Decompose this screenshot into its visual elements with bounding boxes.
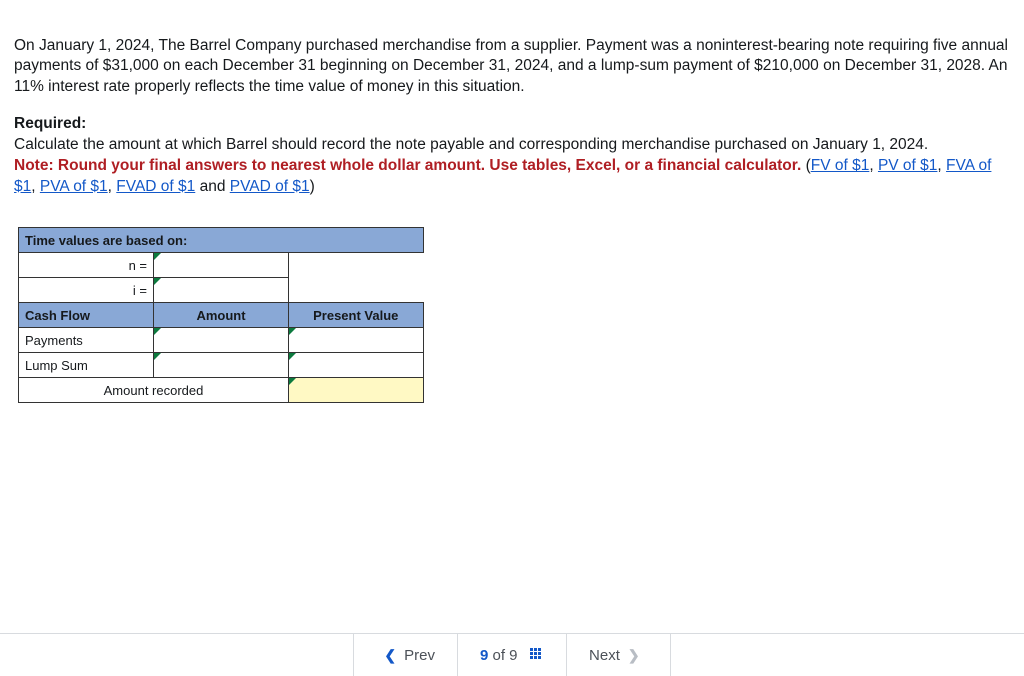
paren-open: ( (801, 157, 810, 174)
required-label: Required: (14, 115, 86, 132)
chevron-right-icon: ❯ (628, 647, 640, 664)
i-input[interactable] (154, 278, 289, 303)
paren-close: ) (310, 178, 315, 195)
row-label-lump: Lump Sum (19, 353, 154, 378)
link-pvad-of-1[interactable]: PVAD of $1 (230, 178, 310, 195)
page-total: 9 (509, 647, 517, 664)
page-counter: 9 of 9 (458, 634, 567, 676)
lump-pv-input[interactable] (289, 353, 424, 378)
lump-amount-input[interactable] (154, 353, 289, 378)
col-header-pv: Present Value (289, 303, 424, 328)
row-label-recorded: Amount recorded (19, 378, 289, 403)
row-label-payments: Payments (19, 328, 154, 353)
required-text: Calculate the amount at which Barrel sho… (14, 136, 928, 153)
payments-pv-input[interactable] (289, 328, 424, 353)
next-button[interactable]: Next ❯ (567, 634, 671, 676)
note-warning: Note: Round your final answers to neares… (14, 157, 801, 174)
link-fvad-of-1[interactable]: FVAD of $1 (116, 178, 195, 195)
n-input[interactable] (154, 253, 289, 278)
chevron-left-icon: ❮ (384, 647, 396, 664)
question-content: On January 1, 2024, The Barrel Company p… (0, 0, 1024, 403)
i-label: i = (19, 278, 154, 303)
table-title: Time values are based on: (19, 228, 424, 253)
time-value-table: Time values are based on: n = i = Cash F… (18, 227, 1010, 403)
next-label: Next (589, 647, 620, 664)
link-pv-of-1[interactable]: PV of $1 (878, 157, 937, 174)
pagination-footer: ❮ Prev 9 of 9 Next ❯ (0, 633, 1024, 676)
prev-label: Prev (404, 647, 435, 664)
payments-amount-input[interactable] (154, 328, 289, 353)
prev-button[interactable]: ❮ Prev (353, 634, 458, 676)
grid-icon[interactable] (530, 648, 544, 662)
link-pva-of-1[interactable]: PVA of $1 (40, 178, 108, 195)
col-header-amount: Amount (154, 303, 289, 328)
link-fv-of-1[interactable]: FV of $1 (811, 157, 870, 174)
page-current: 9 (480, 647, 488, 664)
n-label: n = (19, 253, 154, 278)
amount-recorded-input[interactable] (289, 378, 424, 403)
required-block: Required: Calculate the amount at which … (14, 114, 1010, 198)
col-header-cashflow: Cash Flow (19, 303, 154, 328)
scenario-paragraph: On January 1, 2024, The Barrel Company p… (14, 36, 1010, 99)
